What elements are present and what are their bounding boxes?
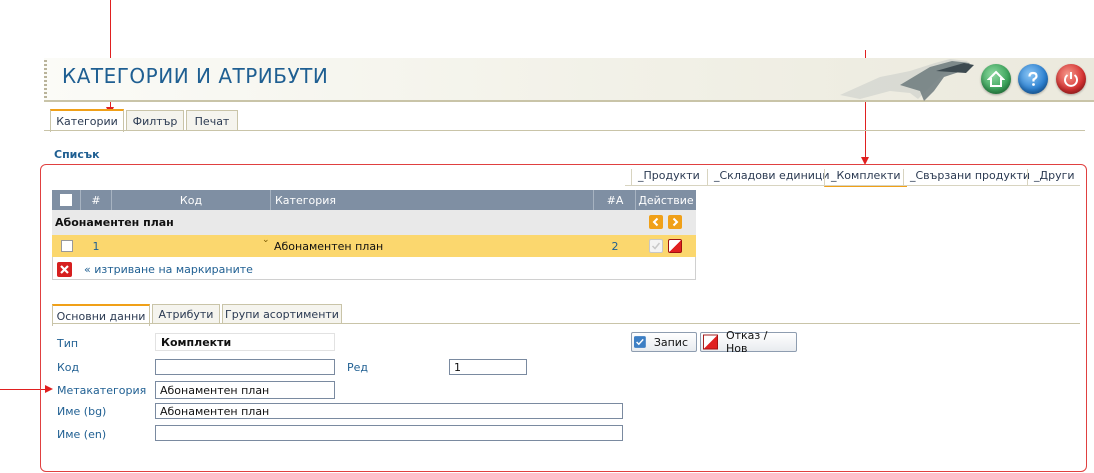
row-num: 1 bbox=[92, 239, 100, 253]
chevron-left-icon bbox=[652, 217, 659, 227]
row-count[interactable]: 2 bbox=[595, 235, 635, 257]
tab-attributes[interactable]: Атрибути bbox=[152, 304, 220, 324]
save-button[interactable]: Запис bbox=[631, 332, 697, 352]
type-value: Комплекти bbox=[155, 333, 335, 351]
header-select-all[interactable] bbox=[52, 190, 81, 210]
tab-label: Атрибути bbox=[158, 308, 214, 321]
home-button[interactable] bbox=[981, 64, 1011, 94]
save-button-label: Запис bbox=[653, 335, 688, 349]
list-title: Списък bbox=[54, 148, 100, 161]
tab-categories[interactable]: Категории bbox=[50, 109, 124, 132]
name-en-field[interactable] bbox=[155, 425, 623, 441]
home-icon bbox=[987, 70, 1005, 87]
help-icon bbox=[1028, 71, 1038, 86]
tab-label: Печат bbox=[194, 114, 230, 128]
metacategory-field[interactable] bbox=[155, 381, 335, 399]
row-code bbox=[114, 235, 264, 257]
row-checkbox[interactable] bbox=[61, 240, 73, 252]
type-label: Тип bbox=[57, 337, 79, 350]
type-value-text: Комплекти bbox=[161, 335, 232, 349]
delete-row-button[interactable] bbox=[668, 239, 682, 253]
tab-assortment-groups[interactable]: Групи асортименти bbox=[222, 304, 342, 324]
help-button[interactable] bbox=[1018, 64, 1048, 94]
power-button[interactable] bbox=[1056, 64, 1086, 94]
edit-checkmark-button[interactable] bbox=[649, 239, 663, 253]
detail-tabs-divider bbox=[52, 323, 1080, 324]
chevron-right-icon bbox=[672, 217, 679, 227]
cancel-new-button[interactable]: Отказ / Нов bbox=[700, 329, 797, 355]
code-label: Код bbox=[57, 361, 80, 374]
tab-filter[interactable]: Филтър bbox=[126, 110, 184, 131]
table-header: # Код Категория #A Действие bbox=[52, 190, 696, 210]
column-header-code[interactable]: Код bbox=[112, 190, 271, 210]
subtab-other[interactable]: _Други bbox=[1027, 169, 1081, 185]
column-header-action: Действие bbox=[638, 193, 694, 207]
move-up-button[interactable] bbox=[649, 215, 663, 229]
power-icon bbox=[1064, 72, 1078, 87]
cancel-icon bbox=[703, 334, 718, 350]
bird-logo-icon bbox=[840, 59, 974, 101]
tab-label: Основни данни bbox=[56, 309, 146, 323]
name-en-label: Име (en) bbox=[57, 428, 107, 441]
delete-marked-link[interactable]: « изтриване на маркираните bbox=[84, 263, 253, 276]
column-header-count[interactable]: #A bbox=[595, 190, 636, 210]
group-row: Абонаментен план bbox=[52, 210, 696, 235]
table-row[interactable]: 1 ⌄ Абонаментен план 2 bbox=[52, 235, 696, 257]
name-bg-label: Име (bg) bbox=[57, 405, 107, 418]
group-label: Абонаментен план bbox=[55, 216, 174, 229]
delete-marked-icon[interactable] bbox=[57, 262, 72, 277]
subtab-products[interactable]: _Продукти bbox=[631, 169, 706, 185]
tab-label: Групи асортименти bbox=[225, 308, 339, 321]
code-field[interactable] bbox=[155, 359, 335, 375]
subtabs-divider bbox=[625, 185, 1080, 186]
close-icon bbox=[60, 265, 69, 274]
tab-label: Категории bbox=[56, 115, 118, 128]
chevron-down-icon: ⌄ bbox=[262, 235, 270, 245]
move-down-button[interactable] bbox=[668, 215, 682, 229]
header-grip bbox=[44, 60, 47, 98]
order-label: Ред bbox=[347, 361, 369, 374]
metacategory-label: Метакатегория bbox=[57, 384, 147, 397]
checkmark-icon bbox=[634, 336, 646, 348]
tabs-divider bbox=[44, 130, 1085, 131]
column-header-num[interactable]: # bbox=[81, 190, 112, 210]
checkmark-icon bbox=[651, 242, 661, 250]
subtab-stock-units[interactable]: _Складови единици bbox=[707, 169, 836, 185]
tab-label: Филтър bbox=[132, 114, 178, 128]
tab-print[interactable]: Печат bbox=[186, 110, 238, 131]
column-header-category[interactable]: Категория bbox=[271, 190, 594, 210]
row-category[interactable]: Абонаментен план bbox=[274, 235, 383, 257]
subtab-related-products[interactable]: _Свързани продукти bbox=[903, 169, 1036, 185]
cancel-button-label: Отказ / Нов bbox=[725, 329, 768, 355]
order-field[interactable] bbox=[449, 359, 527, 375]
name-bg-field[interactable] bbox=[155, 403, 623, 419]
page-title: КАТЕГОРИИ И АТРИБУТИ bbox=[62, 64, 329, 88]
select-all-checkbox[interactable] bbox=[60, 194, 72, 206]
